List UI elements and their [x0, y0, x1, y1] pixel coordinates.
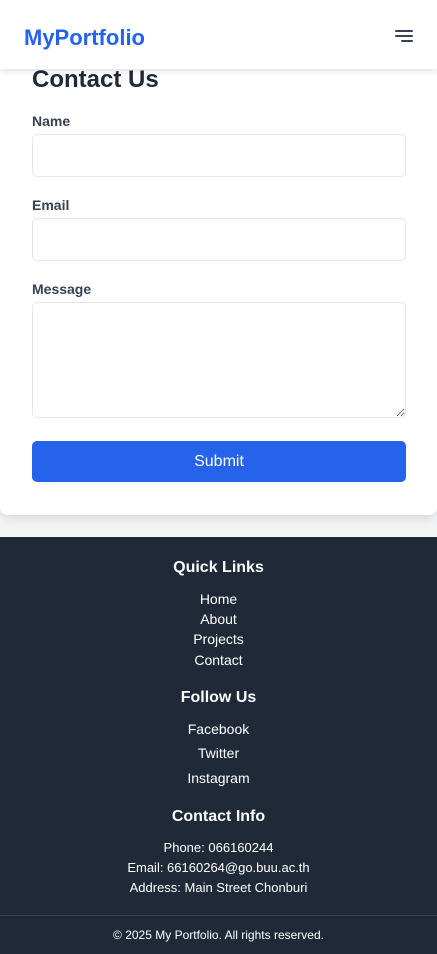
- hamburger-menu-icon[interactable]: [391, 26, 413, 46]
- follow-us-heading: Follow Us: [180, 689, 257, 706]
- social-link-instagram[interactable]: Instagram: [0, 769, 437, 787]
- contact-address: Address: Main Street Chonburi: [129, 880, 308, 895]
- social-link-facebook[interactable]: Facebook: [0, 720, 437, 738]
- footer-divider: [0, 915, 437, 916]
- copyright-text: © 2025 My Portfolio. All rights reserved…: [113, 928, 324, 942]
- submit-button[interactable]: Submit: [32, 441, 406, 482]
- quick-links-heading: Quick Links: [173, 559, 264, 576]
- page-title: Contact Us: [32, 66, 159, 93]
- footer-link-contact[interactable]: Contact: [0, 651, 437, 669]
- contact-email: Email: 66160264@go.buu.ac.th: [127, 860, 310, 875]
- name-input[interactable]: [32, 134, 406, 177]
- contact-info-heading: Contact Info: [171, 808, 266, 825]
- message-label: Message: [32, 281, 92, 297]
- name-label: Name: [32, 113, 71, 129]
- brand-logo-link[interactable]: MyPortfolio: [24, 24, 145, 52]
- email-input[interactable]: [32, 218, 406, 261]
- contact-phone: Phone: 066160244: [163, 840, 274, 855]
- message-textarea[interactable]: [32, 302, 406, 418]
- footer-link-home[interactable]: Home: [0, 590, 437, 608]
- site-footer: Quick Links Home About Projects Contact …: [0, 537, 437, 954]
- social-link-twitter[interactable]: Twitter: [0, 744, 437, 762]
- footer-link-about[interactable]: About: [0, 610, 437, 628]
- footer-link-projects[interactable]: Projects: [0, 630, 437, 648]
- email-label: Email: [32, 197, 70, 213]
- top-navbar: MyPortfolio: [0, 0, 437, 69]
